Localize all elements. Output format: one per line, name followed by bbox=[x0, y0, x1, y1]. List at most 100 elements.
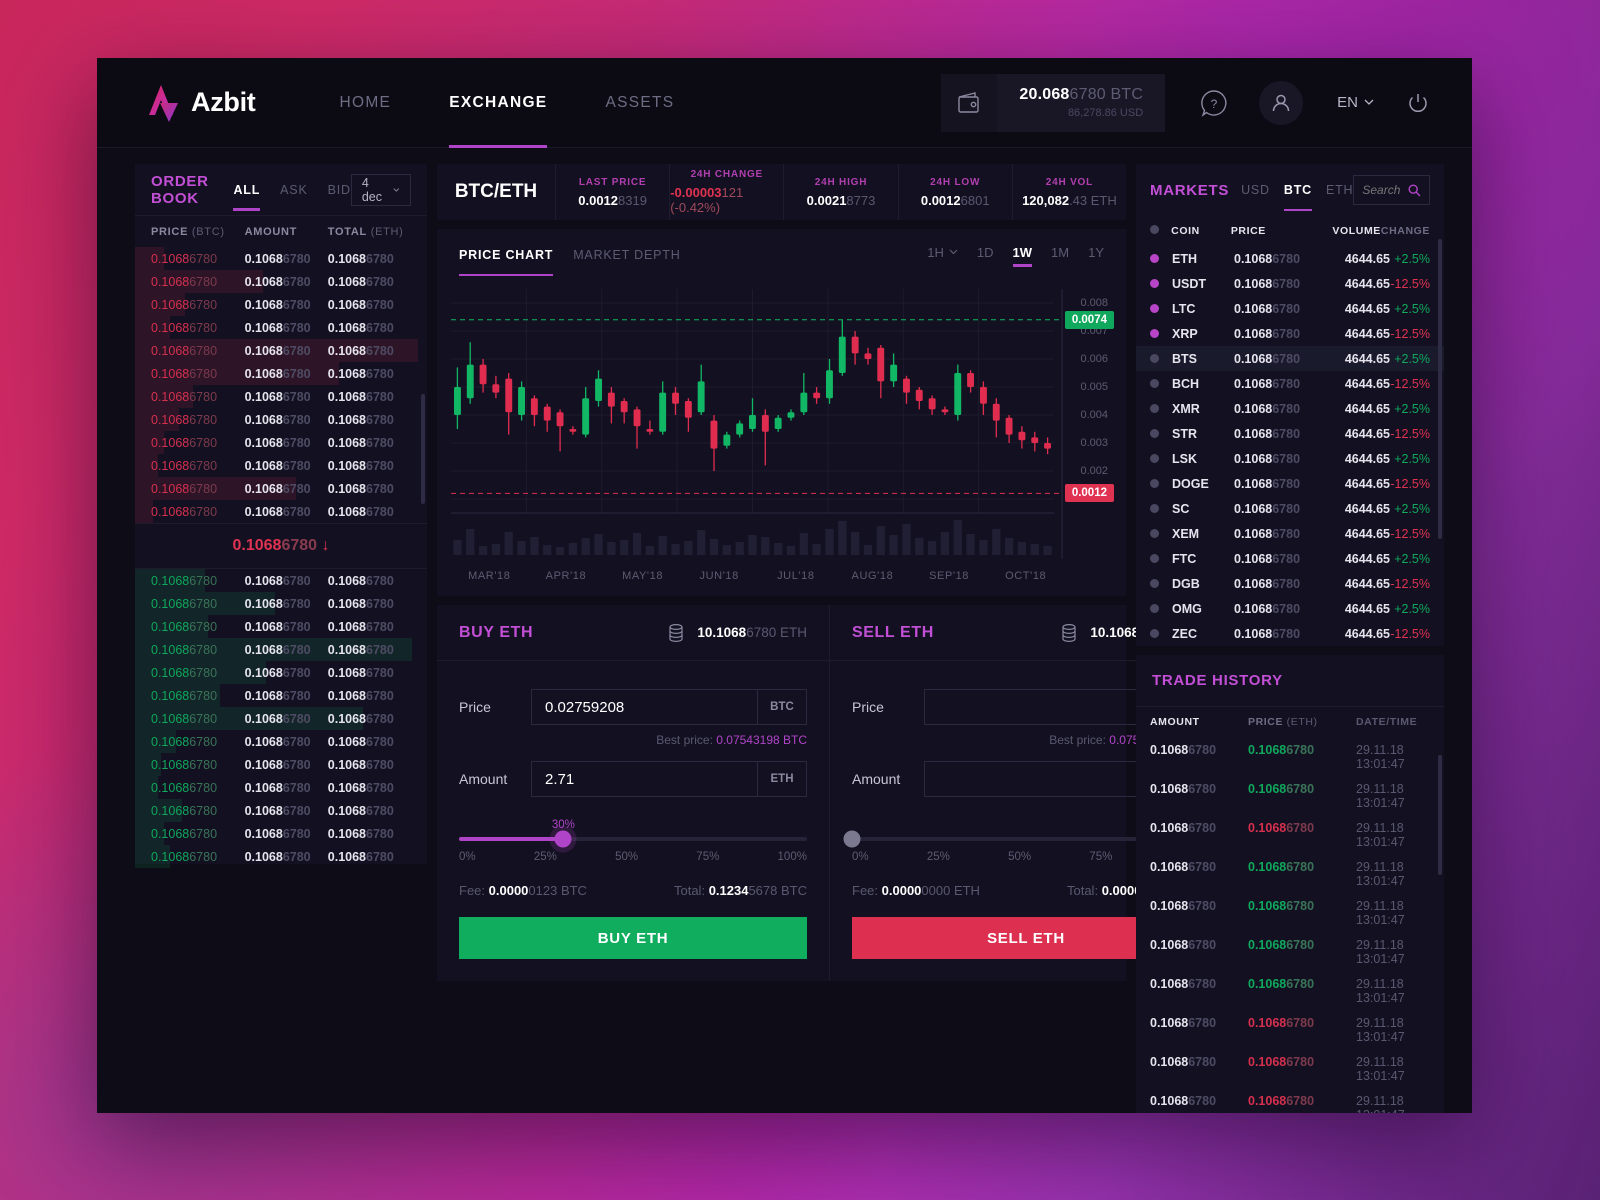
market-coin: BTS bbox=[1172, 351, 1197, 366]
order-row-total: 0.10686780 bbox=[327, 320, 394, 335]
search-input[interactable] bbox=[1362, 183, 1408, 197]
order-book-row[interactable]: 0.10686780 0.10686780 0.10686780 bbox=[135, 500, 427, 523]
market-coin: LTC bbox=[1172, 301, 1196, 316]
nav-item-home[interactable]: HOME bbox=[339, 58, 391, 148]
market-row[interactable]: LSK 0.10686780 4644.65 +2.5% bbox=[1136, 446, 1444, 471]
market-change: +2.5% bbox=[1394, 251, 1430, 266]
timeframe-1m[interactable]: 1M bbox=[1051, 245, 1069, 266]
wallet-widget[interactable]: 20.0686780 BTC 86,278.86 USD bbox=[941, 73, 1166, 132]
market-row[interactable]: STR 0.10686780 4644.65 -12.5% bbox=[1136, 421, 1444, 446]
order-book-row[interactable]: 0.10686780 0.10686780 0.10686780 bbox=[135, 845, 427, 868]
sell-amount-input[interactable] bbox=[924, 761, 1150, 797]
nav-item-assets[interactable]: ASSETS bbox=[605, 58, 674, 148]
order-row-total: 0.10686780 bbox=[327, 619, 394, 634]
sell-slider-knob[interactable] bbox=[843, 830, 861, 848]
order-book-row[interactable]: 0.10686780 0.10686780 0.10686780 bbox=[135, 454, 427, 477]
buy-slider-ticks: 0% 25% 50% 75% 100% bbox=[459, 851, 807, 863]
tab-eth[interactable]: ETH bbox=[1326, 183, 1353, 211]
order-book-row[interactable]: 0.10686780 0.10686780 0.10686780 bbox=[135, 293, 427, 316]
order-book-row[interactable]: 0.10686780 0.10686780 0.10686780 bbox=[135, 362, 427, 385]
markets-scrollbar[interactable] bbox=[1438, 239, 1442, 539]
market-row[interactable]: ETH 0.10686780 4644.65 +2.5% bbox=[1136, 246, 1444, 271]
timeframe-1h[interactable]: 1H bbox=[927, 245, 958, 266]
tab-btc[interactable]: BTC bbox=[1283, 183, 1313, 211]
buy-amount-slider[interactable]: 30% 0% 25% 50% 75% 100% bbox=[459, 819, 807, 863]
market-row[interactable]: DOGE 0.10686780 4644.65 -12.5% bbox=[1136, 471, 1444, 496]
market-volume: 4644.65 bbox=[1344, 426, 1390, 441]
decimals-dropdown[interactable]: 4 dec bbox=[350, 173, 411, 206]
sell-price-input[interactable] bbox=[924, 689, 1150, 725]
order-book-row[interactable]: 0.10686780 0.10686780 0.10686780 bbox=[135, 569, 427, 592]
market-row[interactable]: FTC 0.10686780 4644.65 +2.5% bbox=[1136, 546, 1444, 571]
order-book-scrollbar[interactable] bbox=[421, 394, 425, 504]
order-book-row[interactable]: 0.10686780 0.10686780 0.10686780 bbox=[135, 615, 427, 638]
market-coin: XRP bbox=[1172, 326, 1198, 341]
order-book-row[interactable]: 0.10686780 0.10686780 0.10686780 bbox=[135, 638, 427, 661]
market-price: 0.10686780 bbox=[1234, 601, 1301, 616]
market-row[interactable]: XMR 0.10686780 4644.65 +2.5% bbox=[1136, 396, 1444, 421]
trade-datetime: 29.11.18 13:01:47 bbox=[1356, 1015, 1405, 1044]
buy-amount-input[interactable] bbox=[531, 761, 757, 797]
order-row-price: 0.10686780 bbox=[151, 389, 218, 404]
language-selector[interactable]: EN bbox=[1337, 94, 1374, 111]
help-icon[interactable]: ? bbox=[1199, 88, 1229, 118]
timeframe-1y[interactable]: 1Y bbox=[1088, 245, 1104, 266]
timeframe-1d[interactable]: 1D bbox=[977, 245, 994, 266]
order-row-price: 0.10686780 bbox=[151, 435, 218, 450]
avatar[interactable] bbox=[1259, 80, 1304, 125]
market-row[interactable]: SC 0.10686780 4644.65 +2.5% bbox=[1136, 496, 1444, 521]
sell-form-title: SELL ETH bbox=[852, 623, 934, 641]
tab-bid[interactable]: BID bbox=[328, 183, 351, 211]
order-book-row[interactable]: 0.10686780 0.10686780 0.10686780 bbox=[135, 707, 427, 730]
price-chart-panel: PRICE CHART MARKET DEPTH 1H 1D 1W 1M 1Y bbox=[437, 229, 1126, 596]
timeframe-1w[interactable]: 1W bbox=[1012, 245, 1032, 267]
order-book-row[interactable]: 0.10686780 0.10686780 0.10686780 bbox=[135, 661, 427, 684]
market-row[interactable]: XRP 0.10686780 4644.65 -12.5% bbox=[1136, 321, 1444, 346]
market-row[interactable]: LTC 0.10686780 4644.65 +2.5% bbox=[1136, 296, 1444, 321]
nav-item-exchange[interactable]: EXCHANGE bbox=[449, 58, 548, 148]
order-book-row[interactable]: 0.10686780 0.10686780 0.10686780 bbox=[135, 270, 427, 293]
markets-search[interactable] bbox=[1353, 175, 1430, 205]
power-icon[interactable] bbox=[1406, 91, 1430, 115]
market-row[interactable]: DGB 0.10686780 4644.65 -12.5% bbox=[1136, 571, 1444, 596]
market-row[interactable]: ZEC 0.10686780 4644.65 -12.5% bbox=[1136, 621, 1444, 646]
order-row-amount: 0.10686780 bbox=[244, 251, 311, 266]
order-book-row[interactable]: 0.10686780 0.10686780 0.10686780 bbox=[135, 316, 427, 339]
market-row[interactable]: USDT 0.10686780 4644.65 -12.5% bbox=[1136, 271, 1444, 296]
logo[interactable]: Azbit bbox=[147, 81, 256, 125]
trade-forms: BUY ETH 10.10686780 ETH Price 0.02759208… bbox=[437, 605, 1222, 981]
order-book-row[interactable]: 0.10686780 0.10686780 0.10686780 bbox=[135, 592, 427, 615]
order-book-row[interactable]: 0.10686780 0.10686780 0.10686780 bbox=[135, 477, 427, 500]
trade-amount: 0.10686780 bbox=[1150, 1093, 1217, 1108]
order-book-row[interactable]: 0.10686780 0.10686780 0.10686780 bbox=[135, 247, 427, 270]
market-row[interactable]: BTS 0.10686780 4644.65 +2.5% bbox=[1136, 346, 1444, 371]
tab-usd[interactable]: USD bbox=[1241, 183, 1270, 211]
tab-price-chart[interactable]: PRICE CHART bbox=[459, 248, 554, 276]
order-book-row[interactable]: 0.10686780 0.10686780 0.10686780 bbox=[135, 408, 427, 431]
order-book-row[interactable]: 0.10686780 0.10686780 0.10686780 bbox=[135, 385, 427, 408]
order-book-row[interactable]: 0.10686780 0.10686780 0.10686780 bbox=[135, 776, 427, 799]
order-book-row[interactable]: 0.10686780 0.10686780 0.10686780 bbox=[135, 799, 427, 822]
market-row[interactable]: XEM 0.10686780 4644.65 -12.5% bbox=[1136, 521, 1444, 546]
tab-ask[interactable]: ASK bbox=[280, 183, 307, 211]
order-book-row[interactable]: 0.10686780 0.10686780 0.10686780 bbox=[135, 822, 427, 845]
trade-datetime: 29.11.18 13:01:47 bbox=[1356, 976, 1405, 1005]
order-book-row[interactable]: 0.10686780 0.10686780 0.10686780 bbox=[135, 730, 427, 753]
buy-price-input[interactable] bbox=[531, 689, 757, 725]
trade-datetime: 29.11.18 13:01:47 bbox=[1356, 1093, 1405, 1114]
buy-submit-button[interactable]: BUY ETH bbox=[459, 917, 807, 959]
order-book-row[interactable]: 0.10686780 0.10686780 0.10686780 bbox=[135, 339, 427, 362]
tab-all[interactable]: ALL bbox=[233, 183, 260, 211]
tab-market-depth[interactable]: MARKET DEPTH bbox=[573, 248, 680, 276]
trade-history-row: 0.10686780 0.10686780 29.11.18 13:01:47 bbox=[1136, 1088, 1444, 1114]
buy-slider-track[interactable] bbox=[459, 830, 807, 848]
order-book-row[interactable]: 0.10686780 0.10686780 0.10686780 bbox=[135, 684, 427, 707]
buy-form-body: Price BTC Best price: 0.07543198 BTC Amo… bbox=[437, 661, 829, 981]
order-book-row[interactable]: 0.10686780 0.10686780 0.10686780 bbox=[135, 431, 427, 454]
market-row[interactable]: OMG 0.10686780 4644.65 +2.5% bbox=[1136, 596, 1444, 621]
decimals-value: 4 dec bbox=[361, 175, 382, 204]
buy-slider-knob[interactable] bbox=[554, 830, 572, 848]
order-book-row[interactable]: 0.10686780 0.10686780 0.10686780 bbox=[135, 753, 427, 776]
trade-history-scrollbar[interactable] bbox=[1438, 755, 1442, 875]
market-row[interactable]: BCH 0.10686780 4644.65 -12.5% bbox=[1136, 371, 1444, 396]
